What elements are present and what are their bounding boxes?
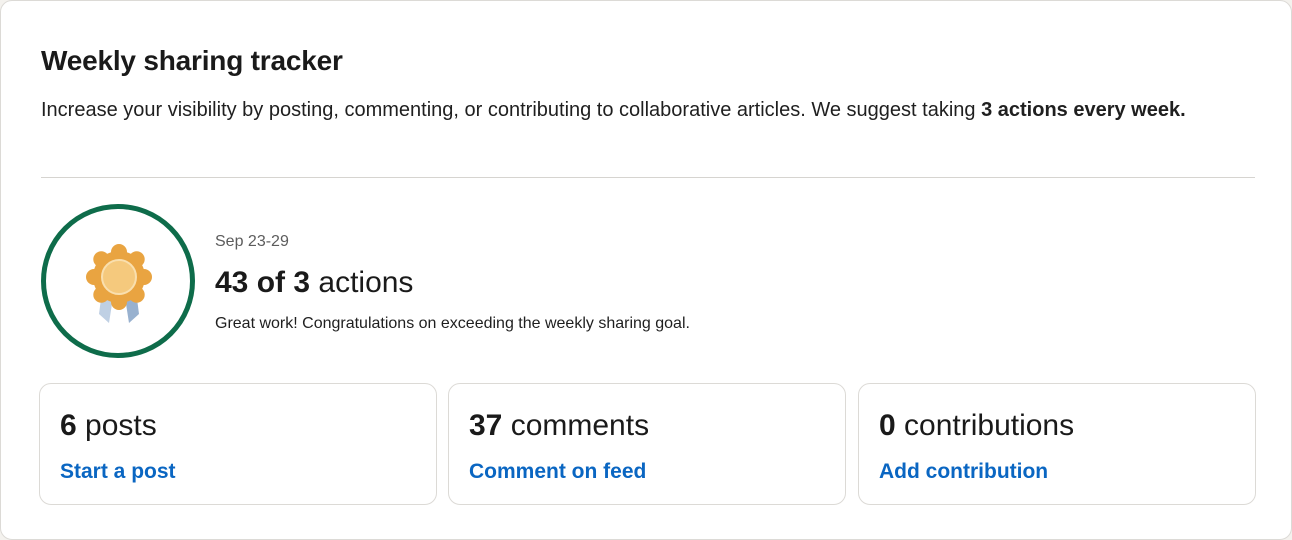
posts-count: 6 posts xyxy=(60,409,157,443)
divider xyxy=(41,177,1255,178)
start-post-link[interactable]: Start a post xyxy=(60,460,176,484)
actions-progress: 43 of 3 actions xyxy=(215,266,413,300)
actions-count: 43 of 3 xyxy=(215,266,311,299)
contributions-count: 0 contributions xyxy=(879,409,1074,443)
posts-stat-card: 6 posts Start a post xyxy=(39,383,437,505)
add-contribution-link[interactable]: Add contribution xyxy=(879,460,1048,484)
comments-number: 37 xyxy=(469,409,503,442)
comments-stat-card: 37 comments Comment on feed xyxy=(448,383,846,505)
comments-label: comments xyxy=(502,409,650,442)
description-text: Increase your visibility by posting, com… xyxy=(41,99,982,121)
contributions-number: 0 xyxy=(879,409,896,442)
posts-number: 6 xyxy=(60,409,77,442)
comments-count: 37 comments xyxy=(469,409,649,443)
tracker-description: Increase your visibility by posting, com… xyxy=(41,96,1261,125)
congratulations-message: Great work! Congratulations on exceeding… xyxy=(215,315,690,332)
week-range: Sep 23-29 xyxy=(215,233,289,250)
contributions-label: contributions xyxy=(895,409,1075,442)
actions-label: actions xyxy=(310,266,414,299)
award-ribbon-icon xyxy=(86,244,152,323)
posts-label: posts xyxy=(76,409,157,442)
description-goal: 3 actions every week. xyxy=(981,99,1186,121)
comment-on-feed-link[interactable]: Comment on feed xyxy=(469,460,646,484)
achievement-badge xyxy=(41,204,195,358)
contributions-stat-card: 0 contributions Add contribution xyxy=(858,383,1256,505)
weekly-sharing-tracker-card: Weekly sharing tracker Increase your vis… xyxy=(0,0,1292,540)
tracker-title: Weekly sharing tracker xyxy=(41,45,343,76)
